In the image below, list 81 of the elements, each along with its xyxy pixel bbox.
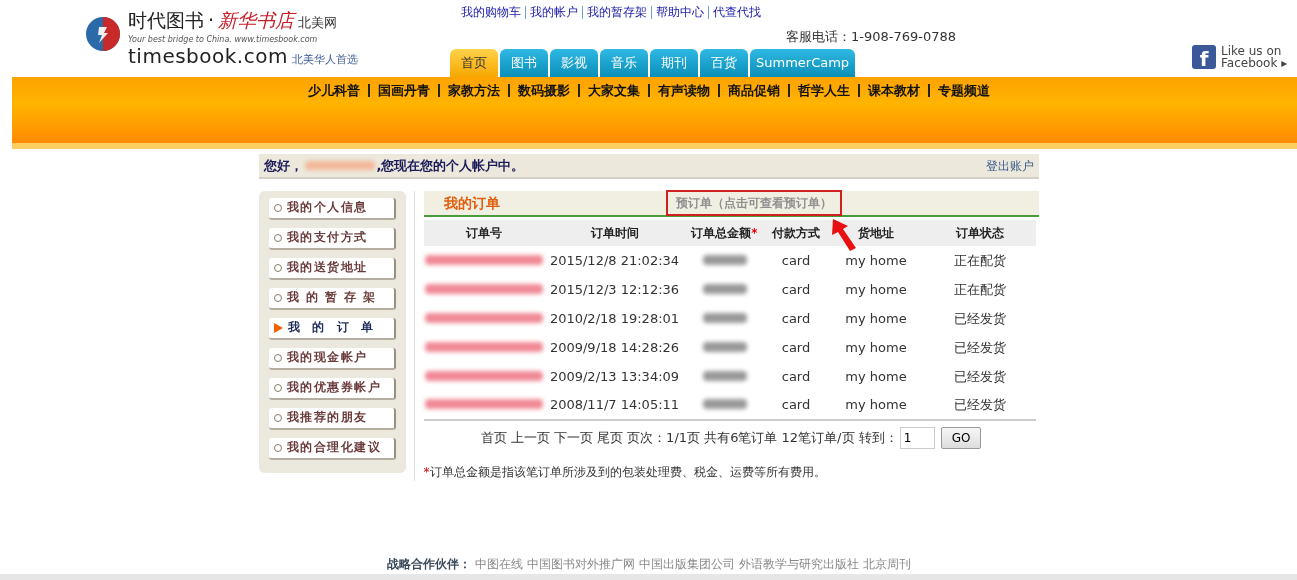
- logo-slogan: 北美华人首选: [291, 53, 358, 67]
- go-button[interactable]: GO: [940, 427, 982, 449]
- partner-link[interactable]: 外语教学与研究出版社: [738, 557, 859, 571]
- table-cell-text: my home: [844, 280, 908, 299]
- table-cell: 已经发货: [923, 391, 1036, 420]
- table-cell-text: card: [780, 280, 812, 299]
- table-cell: 2015/12/8 21:02:34: [543, 246, 686, 275]
- table-cell-text: my home: [844, 338, 908, 357]
- sidebar-item[interactable]: 我 的 暂 存 架: [268, 288, 396, 310]
- table-cell-text: 正在配货: [952, 280, 1007, 299]
- column-header: 订单状态: [923, 220, 1036, 246]
- pager-text: 首页 上一页 下一页 尾页 页次：1/1页 共有6笔订单 12笔订单/页 转到：: [480, 429, 898, 448]
- globe-logo-icon: [85, 16, 121, 52]
- category-link[interactable]: 少儿科普: [299, 84, 368, 97]
- table-cell: my home: [828, 246, 924, 275]
- phone-number: 客服电话：1-908-769-0788: [786, 28, 957, 46]
- column-header: 订单号: [423, 220, 544, 246]
- top-link[interactable]: 代查代找: [708, 6, 765, 19]
- facebook-logo-icon[interactable]: f: [1192, 45, 1216, 69]
- arrow-annotation: [830, 218, 857, 252]
- logo-brand: 新华书店: [218, 9, 295, 31]
- logout-link[interactable]: 登出账户: [985, 156, 1034, 175]
- top-link[interactable]: 我的暂存架: [582, 6, 651, 19]
- logo-suffix: 北美网: [298, 15, 338, 30]
- category-link[interactable]: 国画丹青: [367, 84, 438, 97]
- table-cell-text: my home: [844, 367, 908, 386]
- partner-link[interactable]: 中国图书对外推广网: [526, 557, 635, 571]
- category-link[interactable]: 家教方法: [437, 84, 508, 97]
- sidebar-item[interactable]: 我的个人信息: [268, 198, 396, 220]
- greeting-text: 您好，: [263, 156, 303, 175]
- sidebar-item[interactable]: 我的支付方式: [268, 228, 396, 250]
- category-link[interactable]: 大家文集: [577, 84, 648, 97]
- table-cell-text: 已经发货: [952, 338, 1007, 357]
- top-link[interactable]: 我的购物车: [461, 6, 525, 19]
- facebook-link[interactable]: Like us on Facebook ▸: [1221, 45, 1288, 69]
- logo-title: 时代图书: [128, 9, 204, 31]
- greeting-text: ,您现在您的个人帐户中。: [376, 156, 525, 175]
- category-link[interactable]: 哲学人生: [787, 84, 858, 97]
- table-cell-text: card: [780, 309, 812, 328]
- footnote-text: *订单总金额是指该笔订单所涉及到的包装处理费、税金、运费等所有费用。: [423, 464, 827, 481]
- table-cell-text: card: [780, 338, 812, 357]
- panel-title: 我的订单: [443, 193, 500, 213]
- partner-link[interactable]: 中图在线: [474, 557, 523, 571]
- top-link[interactable]: 我的帐户: [525, 6, 582, 19]
- table-cell-text: 已经发货: [952, 367, 1007, 386]
- category-link[interactable]: 商品促销: [717, 84, 788, 97]
- sidebar-item[interactable]: 我的合理化建议: [268, 438, 396, 460]
- table-cell-text: my home: [844, 309, 908, 328]
- sidebar-item[interactable]: 我 的 订 单: [268, 318, 396, 340]
- column-header: 订单时间: [543, 220, 686, 246]
- table-cell-text: 2009/2/13 13:34:09: [548, 367, 681, 386]
- table-cell: my home: [828, 391, 924, 420]
- table-cell-text: 已经发货: [952, 309, 1007, 328]
- table-cell-text: 2010/2/18 19:28:01: [548, 309, 681, 328]
- sidebar-item[interactable]: 我的送货地址: [268, 258, 396, 280]
- table-cell-text: 2009/9/18 14:28:26: [548, 338, 681, 357]
- table-cell-text: 2015/12/3 12:12:36: [548, 280, 681, 299]
- sidebar-item[interactable]: 我的现金帐户: [268, 348, 396, 370]
- category-link[interactable]: 有声读物: [647, 84, 718, 97]
- column-header: 付款方式: [763, 220, 829, 246]
- category-link[interactable]: 课本教材: [857, 84, 928, 97]
- logo-domain: timesbook.com: [128, 44, 288, 69]
- table-cell: card: [763, 246, 829, 275]
- category-link[interactable]: 专题频道: [927, 84, 998, 97]
- top-link[interactable]: 帮助中心: [651, 6, 708, 19]
- sidebar-item[interactable]: 我的优惠券帐户: [268, 378, 396, 400]
- partner-link[interactable]: 中国出版集团公司: [638, 557, 735, 571]
- nav-tab[interactable]: 首页: [450, 49, 498, 77]
- table-cell: card: [763, 391, 829, 420]
- table-cell: 正在配货: [923, 246, 1036, 275]
- page-input[interactable]: 1: [899, 427, 935, 449]
- triangle-icon: [273, 323, 283, 333]
- table-cell: 2008/11/7 14:05:11: [543, 391, 686, 420]
- logo-dot: ·: [208, 9, 215, 31]
- sidebar-item[interactable]: 我推荐的朋友: [268, 408, 396, 430]
- column-header: 订单总金额*: [685, 220, 764, 246]
- footer-label: 战略合作伙伴：: [386, 557, 471, 571]
- table-cell-text: card: [780, 367, 812, 386]
- category-link[interactable]: 数码摄影: [507, 84, 578, 97]
- logo-tagline: Your best bridge to China. www.timesbook.com: [128, 34, 318, 44]
- partner-link[interactable]: 北京周刊: [862, 557, 911, 571]
